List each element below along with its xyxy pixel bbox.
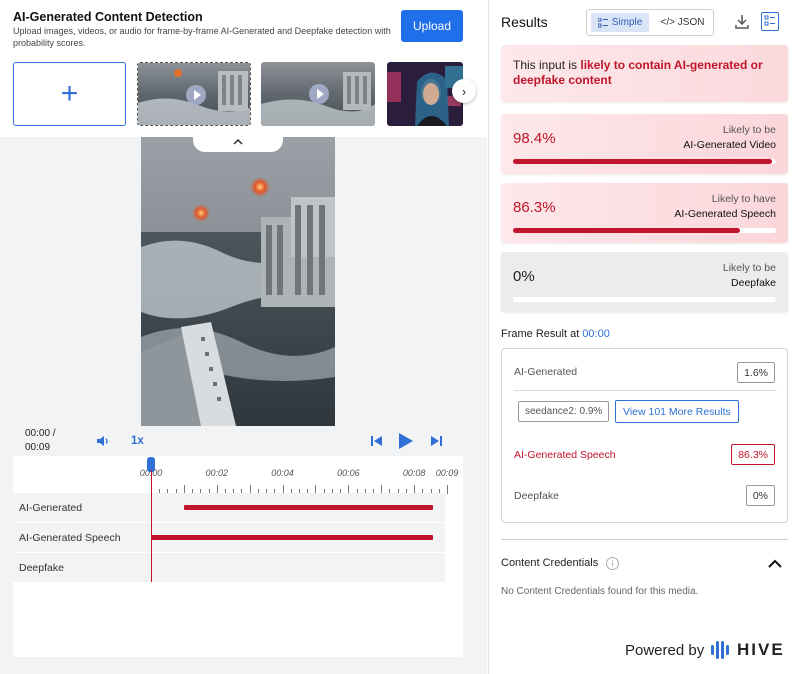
left-panel: AI-Generated Content Detection Upload im… — [0, 0, 487, 674]
frame-result-box: AI-Generated 1.6% seedance2: 0.9% View 1… — [501, 348, 788, 523]
frame-speech-value: 86.3% — [731, 444, 775, 465]
skip-forward-icon[interactable] — [429, 433, 443, 449]
score-percent: 98.4% — [513, 130, 556, 147]
detection-segment-bar — [183, 505, 433, 510]
hive-wordmark: HIVE — [737, 640, 785, 659]
model-score-chip: seedance2: 0.9% — [518, 401, 610, 422]
score-label-line1: Likely to be — [722, 262, 776, 274]
divider — [514, 390, 777, 391]
detection-track[interactable]: AI-Generated Speech — [13, 523, 445, 552]
upload-header: AI-Generated Content Detection Upload im… — [0, 0, 487, 137]
frame-ai-generated-label: AI-Generated — [514, 366, 578, 378]
powered-by-label: Powered by — [625, 642, 705, 659]
time-readout: 00:00 / 00:09 — [25, 427, 56, 455]
collapse-gallery-button[interactable] — [193, 131, 283, 152]
chevron-up-icon[interactable] — [767, 556, 783, 570]
hive-logo: HIVE — [711, 640, 785, 660]
content-credentials-title: Content Credentials — [501, 557, 599, 569]
media-thumbnail[interactable] — [137, 62, 251, 126]
ruler-tick-label: 00:08 — [402, 468, 426, 478]
frame-deepfake-value: 0% — [745, 485, 775, 506]
view-more-results-button[interactable]: View 101 More Results — [615, 400, 739, 423]
track-label: AI-Generated — [19, 502, 83, 514]
score-label-line2: AI-Generated Speech — [674, 208, 776, 220]
simple-view-button[interactable]: Simple — [591, 13, 649, 32]
score-label-line1: Likely to have — [711, 193, 776, 205]
play-overlay-icon — [309, 84, 329, 104]
timeline-ruler[interactable]: 00:0000:0200:0400:0600:0800:09 — [13, 456, 463, 494]
frame-deepfake-label: Deepfake — [514, 490, 559, 502]
play-overlay-icon — [186, 85, 206, 105]
chevron-up-icon — [233, 138, 243, 145]
track-label: AI-Generated Speech — [19, 532, 121, 544]
view-mode-toggle: Simple </> JSON — [586, 9, 714, 36]
score-label-line2: AI-Generated Video — [683, 139, 776, 151]
verdict-banner: This input is likely to contain AI-gener… — [501, 45, 788, 102]
frame-speech-label: AI-Generated Speech — [514, 449, 616, 461]
score-progress-track — [513, 159, 776, 164]
add-media-button[interactable]: + — [13, 62, 126, 126]
skip-back-icon[interactable] — [369, 433, 383, 449]
frame-ai-generated-value: 1.6% — [737, 362, 775, 383]
simple-view-label: Simple — [611, 17, 643, 28]
detection-track[interactable]: Deepfake — [13, 553, 445, 582]
playhead-line — [151, 470, 152, 582]
divider — [501, 539, 788, 540]
score-progress-fill — [513, 228, 740, 233]
ruler-tick — [447, 485, 448, 494]
detection-segment-bar — [151, 535, 433, 540]
video-timeline-panel: 00:00 / 00:09 1x 00:0000:0200:0400:0600:… — [13, 426, 463, 657]
score-progress-track — [513, 297, 776, 302]
results-panel: Results Simple </> JSON This input is li… — [488, 0, 804, 674]
ruler-tick-label: 00:06 — [337, 468, 360, 478]
verdict-prefix: This input is — [513, 58, 581, 72]
score-percent: 0% — [513, 268, 535, 285]
info-icon[interactable]: i — [606, 557, 619, 570]
layout-toggle-icon[interactable] — [761, 12, 779, 31]
ruler-tick-label: 00:02 — [205, 468, 229, 478]
frame-result-heading: Frame Result at 00:00 — [501, 328, 610, 340]
detection-track[interactable]: AI-Generated — [13, 493, 445, 522]
score-label-line2: Deepfake — [731, 277, 776, 289]
results-title: Results — [501, 14, 548, 30]
plus-icon: + — [60, 77, 79, 110]
player-controls: 00:00 / 00:09 1x — [13, 426, 463, 456]
ruler-tick-label: 00:04 — [271, 468, 294, 478]
score-percent: 86.3% — [513, 199, 556, 216]
score-label-line1: Likely to be — [722, 124, 776, 136]
video-preview[interactable] — [141, 137, 335, 426]
score-card: 86.3% Likely to have AI-Generated Speech — [501, 183, 788, 243]
playback-speed-button[interactable]: 1x — [131, 433, 144, 449]
score-card: 0% Likely to be Deepfake — [501, 252, 788, 312]
frame-result-label: Frame Result at — [501, 328, 583, 340]
duration: 00:09 — [25, 442, 51, 453]
app-description: Upload images, videos, or audio for fram… — [13, 26, 391, 48]
score-progress-track — [513, 228, 776, 233]
frame-time: 00:00 — [582, 328, 610, 340]
current-time: 00:00 / — [25, 428, 56, 439]
hive-mark-icon — [711, 641, 729, 659]
video-frame-image — [141, 137, 335, 426]
content-credentials-text: No Content Credentials found for this me… — [501, 586, 699, 597]
score-card: 98.4% Likely to be AI-Generated Video — [501, 114, 788, 174]
json-view-button[interactable]: </> JSON — [655, 13, 710, 32]
play-icon[interactable] — [397, 433, 415, 449]
volume-icon[interactable] — [95, 433, 111, 449]
chevron-right-icon[interactable]: › — [452, 79, 476, 103]
app-title: AI-Generated Content Detection — [13, 10, 203, 24]
download-icon[interactable] — [735, 14, 749, 30]
ruler-tick-label: 00:09 — [435, 468, 459, 478]
upload-button[interactable]: Upload — [401, 10, 463, 42]
list-icon — [597, 17, 608, 27]
media-thumbnail[interactable] — [261, 62, 375, 126]
score-progress-fill — [513, 159, 772, 164]
track-label: Deepfake — [19, 562, 64, 574]
